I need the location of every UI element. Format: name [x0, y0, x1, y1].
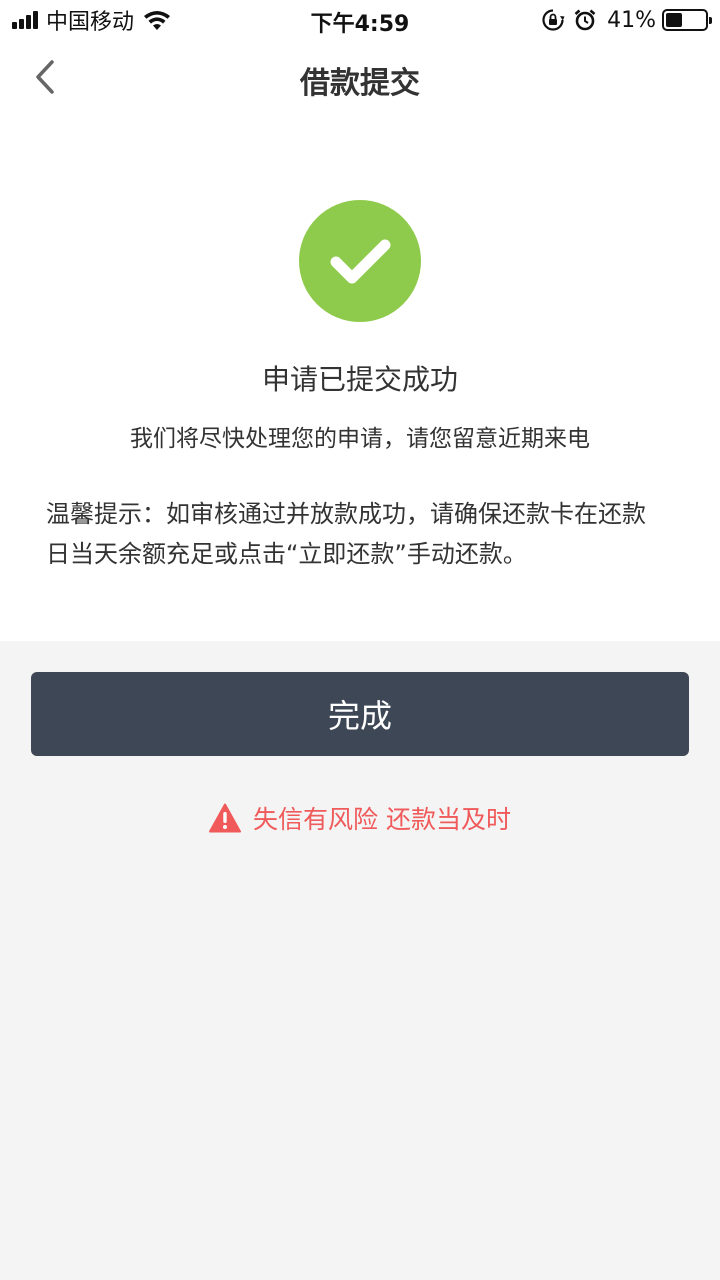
screen: 中国移动 下午4:59 41% 借款提交 申请已提交成功 我们将尽快处理您的申请… — [0, 0, 720, 1280]
alarm-icon — [574, 9, 596, 31]
warning-text: 失信有风险 还款当及时 — [253, 805, 511, 834]
status-bar: 中国移动 下午4:59 41% — [0, 0, 720, 40]
result-panel: 申请已提交成功 我们将尽快处理您的申请，请您留意近期来电 温馨提示：如审核通过并… — [0, 120, 720, 641]
battery-percent: 41% — [607, 7, 656, 33]
battery-fill — [666, 13, 682, 27]
repayment-tip: 温馨提示：如审核通过并放款成功，请确保还款卡在还款日当天余额充足或点击“立即还款… — [46, 500, 646, 568]
risk-warning: 失信有风险 还款当及时 — [0, 800, 720, 836]
battery-tip — [709, 17, 712, 24]
battery-icon — [662, 9, 712, 31]
rotation-lock-icon — [542, 9, 565, 31]
page-title: 借款提交 — [300, 66, 420, 101]
success-title: 申请已提交成功 — [261, 363, 458, 396]
done-button[interactable]: 完成 — [31, 672, 689, 756]
check-circle-icon — [299, 200, 421, 322]
status-right: 41% — [533, 7, 712, 33]
nav-bar: 借款提交 — [0, 40, 720, 120]
success-description: 我们将尽快处理您的申请，请您留意近期来电 — [130, 426, 590, 452]
warning-triangle-icon — [209, 803, 242, 833]
